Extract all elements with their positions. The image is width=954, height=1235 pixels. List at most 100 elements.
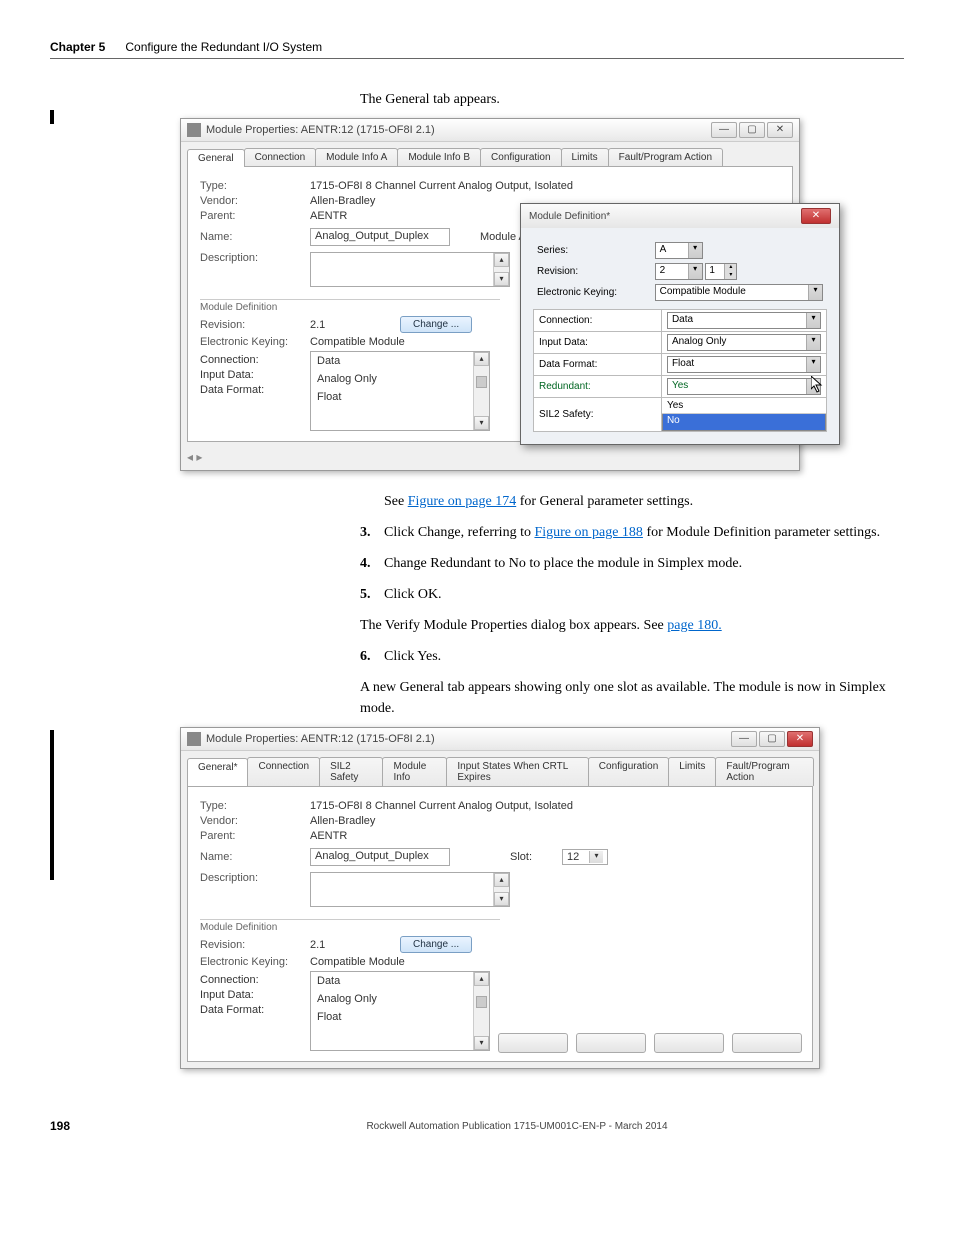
change-button[interactable]: Change ... [400,936,472,953]
definition-listbox[interactable]: Data Analog Only Float ▴ ▾ [310,971,490,1051]
chapter-title: Configure the Redundant I/O System [125,40,322,54]
scroll-down-icon[interactable]: ▾ [474,416,489,430]
description-field[interactable]: ▴ ▾ [310,252,510,287]
scrollbar[interactable]: ▴ ▾ [493,873,509,906]
close-button[interactable]: ✕ [767,122,793,138]
step-3b: for Module Definition parameter settings… [643,525,880,540]
dropdown-option-no[interactable]: No [662,414,826,431]
tab-module-info-a[interactable]: Module Info A [315,148,398,166]
scroll-thumb[interactable] [476,996,487,1008]
window-titlebar: Module Properties: AENTR:12 (1715-OF8I 2… [181,119,799,142]
scroll-up-icon[interactable]: ▴ [494,873,509,887]
ek-select[interactable]: Compatible Module▾ [655,284,823,301]
scroll-down-icon[interactable]: ▾ [474,1036,489,1050]
figure-174-link[interactable]: Figure on page 174 [408,494,516,509]
module-definition-header: Module Definition [200,919,500,933]
popup-title: Module Definition* [529,211,610,222]
scroll-down-icon[interactable]: ▾ [494,272,509,286]
chevron-down-icon: ▾ [806,357,820,372]
tab-input-states[interactable]: Input States When CRTL Expires [446,757,588,786]
page-180-link[interactable]: page 180. [667,618,721,633]
tab-module-info-b[interactable]: Module Info B [397,148,481,166]
dialog-buttons [498,1033,802,1053]
page-number: 198 [50,1119,130,1133]
sil2-current: Yes [662,398,826,414]
popup-titlebar: Module Definition* ✕ [521,204,839,228]
grid-format-label: Data Format: [534,354,662,376]
ek-label: Electronic Keying: [200,956,310,968]
input-data-value: Analog Only [311,990,489,1008]
tab-sil2-safety[interactable]: SIL2 Safety [319,757,383,786]
spin-down-icon[interactable]: ▾ [724,272,736,280]
spin-up-icon[interactable]: ▴ [724,264,736,272]
module-definition-popup: Module Definition* ✕ Series: A▾ Revision… [520,203,840,445]
new-tab-text: A new General tab appears showing only o… [360,677,904,719]
scrollbar[interactable]: ▴ ▾ [473,972,489,1050]
dialog-button[interactable] [576,1033,646,1053]
definition-listbox[interactable]: Data Analog Only Float ▴ ▾ [310,351,490,431]
app-icon [187,732,201,746]
see-text-after: for General parameter settings. [516,494,693,509]
step-4: Change Redundant to No to place the modu… [384,556,742,571]
parent-label: Parent: [200,830,310,842]
vendor-label: Vendor: [200,815,310,827]
dialog-button[interactable] [498,1033,568,1053]
description-label: Description: [200,872,310,884]
revision-label: Revision: [200,319,310,331]
chevron-down-icon: ▾ [808,285,822,300]
grid-connection-select[interactable]: Data▾ [667,312,821,329]
scrollbar[interactable]: ▴ ▾ [493,253,509,286]
tab-connection[interactable]: Connection [247,757,320,786]
change-button[interactable]: Change ... [400,316,472,333]
module-definition-group: Module Definition Revision: 2.1 Change .… [200,919,800,1051]
tab-module-info[interactable]: Module Info [382,757,447,786]
tab-limits[interactable]: Limits [561,148,609,166]
tab-fault[interactable]: Fault/Program Action [715,757,814,786]
grid-redundant-select[interactable]: Yes▾ [667,378,821,395]
revision-major-select[interactable]: 2▾ [655,263,703,280]
minimize-button[interactable]: — [711,122,737,138]
close-button[interactable]: ✕ [787,731,813,747]
scroll-thumb[interactable] [476,376,487,388]
dialog-button[interactable] [732,1033,802,1053]
figure-188-link[interactable]: Figure on page 188 [534,525,642,540]
slot-select[interactable]: 12▾ [562,849,608,865]
chapter-number: Chapter 5 [50,40,105,54]
parent-label: Parent: [200,210,310,222]
minimize-button[interactable]: — [731,731,757,747]
description-field[interactable]: ▴ ▾ [310,872,510,907]
tab-general[interactable]: General [187,149,245,167]
name-field[interactable]: Analog_Output_Duplex [310,848,450,866]
grid-format-select[interactable]: Float▾ [667,356,821,373]
series-select[interactable]: A▾ [655,242,703,259]
maximize-button[interactable]: ▢ [739,122,765,138]
type-value: 1715-OF8I 8 Channel Current Analog Outpu… [310,180,573,192]
grid-input-select[interactable]: Analog Only▾ [667,334,821,351]
scroll-down-icon[interactable]: ▾ [494,892,509,906]
connection-label: Connection: [200,974,259,986]
tab-fault[interactable]: Fault/Program Action [608,148,723,166]
connection-value: Data [311,972,489,990]
body-content: See Figure on page 174 for General param… [360,491,904,719]
vendor-value: Allen-Bradley [310,195,375,207]
scroll-up-icon[interactable]: ▴ [474,352,489,366]
revision-minor-spinner[interactable]: 1▴▾ [705,263,737,280]
window-title: Module Properties: AENTR:12 (1715-OF8I 2… [206,124,711,136]
tab-limits[interactable]: Limits [668,757,716,786]
vendor-value: Allen-Bradley [310,815,375,827]
maximize-button[interactable]: ▢ [759,731,785,747]
tab-configuration[interactable]: Configuration [588,757,669,786]
name-field[interactable]: Analog_Output_Duplex [310,228,450,246]
tab-configuration[interactable]: Configuration [480,148,561,166]
screenshot-2: Module Properties: AENTR:12 (1715-OF8I 2… [180,727,904,1069]
input-data-label: Input Data: [200,989,254,1001]
tab-connection[interactable]: Connection [244,148,317,166]
type-label: Type: [200,180,310,192]
scrollbar[interactable]: ▴ ▾ [473,352,489,430]
dialog-button[interactable] [654,1033,724,1053]
tab-general[interactable]: General* [187,758,248,787]
scroll-up-icon[interactable]: ▴ [474,972,489,986]
scroll-up-icon[interactable]: ▴ [494,253,509,267]
popup-close-button[interactable]: ✕ [801,208,831,224]
publication-info: Rockwell Automation Publication 1715-UM0… [130,1121,904,1132]
